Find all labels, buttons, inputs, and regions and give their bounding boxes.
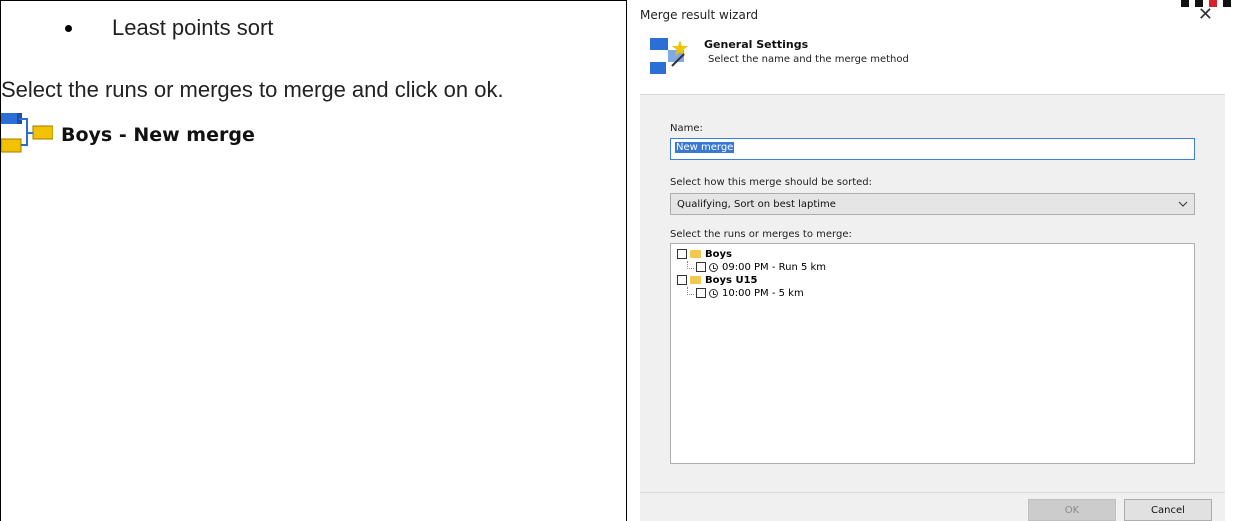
tree-label: Select the runs or merges to merge: xyxy=(670,229,852,240)
dialog-footer: OK Cancel xyxy=(640,492,1225,521)
close-icon[interactable]: ✕ xyxy=(1198,6,1213,24)
tree-node-boys[interactable]: Boys xyxy=(677,248,1188,260)
tree-child-run[interactable]: 10:00 PM - 5 km xyxy=(677,286,1188,299)
folder-icon xyxy=(690,276,701,284)
tree-child-run[interactable]: 09:00 PM - Run 5 km xyxy=(677,260,1188,273)
document-panel: Least points sort Select the runs or mer… xyxy=(0,0,627,521)
checkbox[interactable] xyxy=(677,275,687,285)
ok-button[interactable]: OK xyxy=(1028,499,1116,521)
chevron-down-icon xyxy=(1178,199,1188,210)
decor-block xyxy=(1195,0,1203,7)
tree-node-label: Boys xyxy=(705,248,732,260)
merge-title: Boys - New merge xyxy=(61,124,255,146)
cancel-button[interactable]: Cancel xyxy=(1124,499,1212,521)
checkbox[interactable] xyxy=(696,288,706,298)
merge-heading: Boys - New merge xyxy=(0,113,255,157)
dialog-title: Merge result wizard xyxy=(640,8,759,22)
merge-tree: Boys 09:00 PM - Run 5 km Boys U15 10:00 … xyxy=(670,243,1195,464)
tree-connector xyxy=(687,260,694,269)
tree-connector xyxy=(687,286,694,295)
clock-icon xyxy=(709,262,718,272)
dialog-titlebar: Merge result wizard ✕ xyxy=(634,0,1225,30)
corner-decoration xyxy=(1181,0,1241,8)
dialog-body: Name: New merge Select how this merge sh… xyxy=(640,94,1225,519)
tree-child-label: 09:00 PM - Run 5 km xyxy=(722,261,827,273)
tree-node-boys-u15[interactable]: Boys U15 xyxy=(677,274,1188,286)
header-title: General Settings xyxy=(704,38,809,51)
bullet-dot xyxy=(65,24,72,32)
decor-block xyxy=(1181,0,1189,7)
wizard-icon xyxy=(650,36,692,82)
tree-child-label: 10:00 PM - 5 km xyxy=(722,287,804,299)
decor-block xyxy=(1209,0,1217,7)
folder-icon xyxy=(690,250,701,258)
name-input[interactable]: New merge xyxy=(670,138,1195,160)
checkbox[interactable] xyxy=(677,249,687,259)
sort-select[interactable]: Qualifying, Sort on best laptime xyxy=(670,193,1195,215)
dialog-header: General Settings Select the name and the… xyxy=(634,30,1225,94)
tree-node-label: Boys U15 xyxy=(705,274,758,286)
name-label: Name: xyxy=(670,123,703,134)
decor-block xyxy=(1223,0,1231,7)
bullet-item: Least points sort xyxy=(65,15,273,41)
name-input-value: New merge xyxy=(675,142,735,153)
checkbox[interactable] xyxy=(696,262,706,272)
merge-icon xyxy=(0,113,54,157)
sort-label: Select how this merge should be sorted: xyxy=(670,177,872,188)
sort-select-value: Qualifying, Sort on best laptime xyxy=(677,198,836,210)
merge-wizard-dialog: Merge result wizard ✕ General Settings S… xyxy=(634,0,1225,521)
header-subtitle: Select the name and the merge method xyxy=(708,54,909,65)
bullet-text: Least points sort xyxy=(112,15,274,40)
instruction-paragraph: Select the runs or merges to merge and c… xyxy=(1,77,504,102)
clock-icon xyxy=(709,288,718,298)
